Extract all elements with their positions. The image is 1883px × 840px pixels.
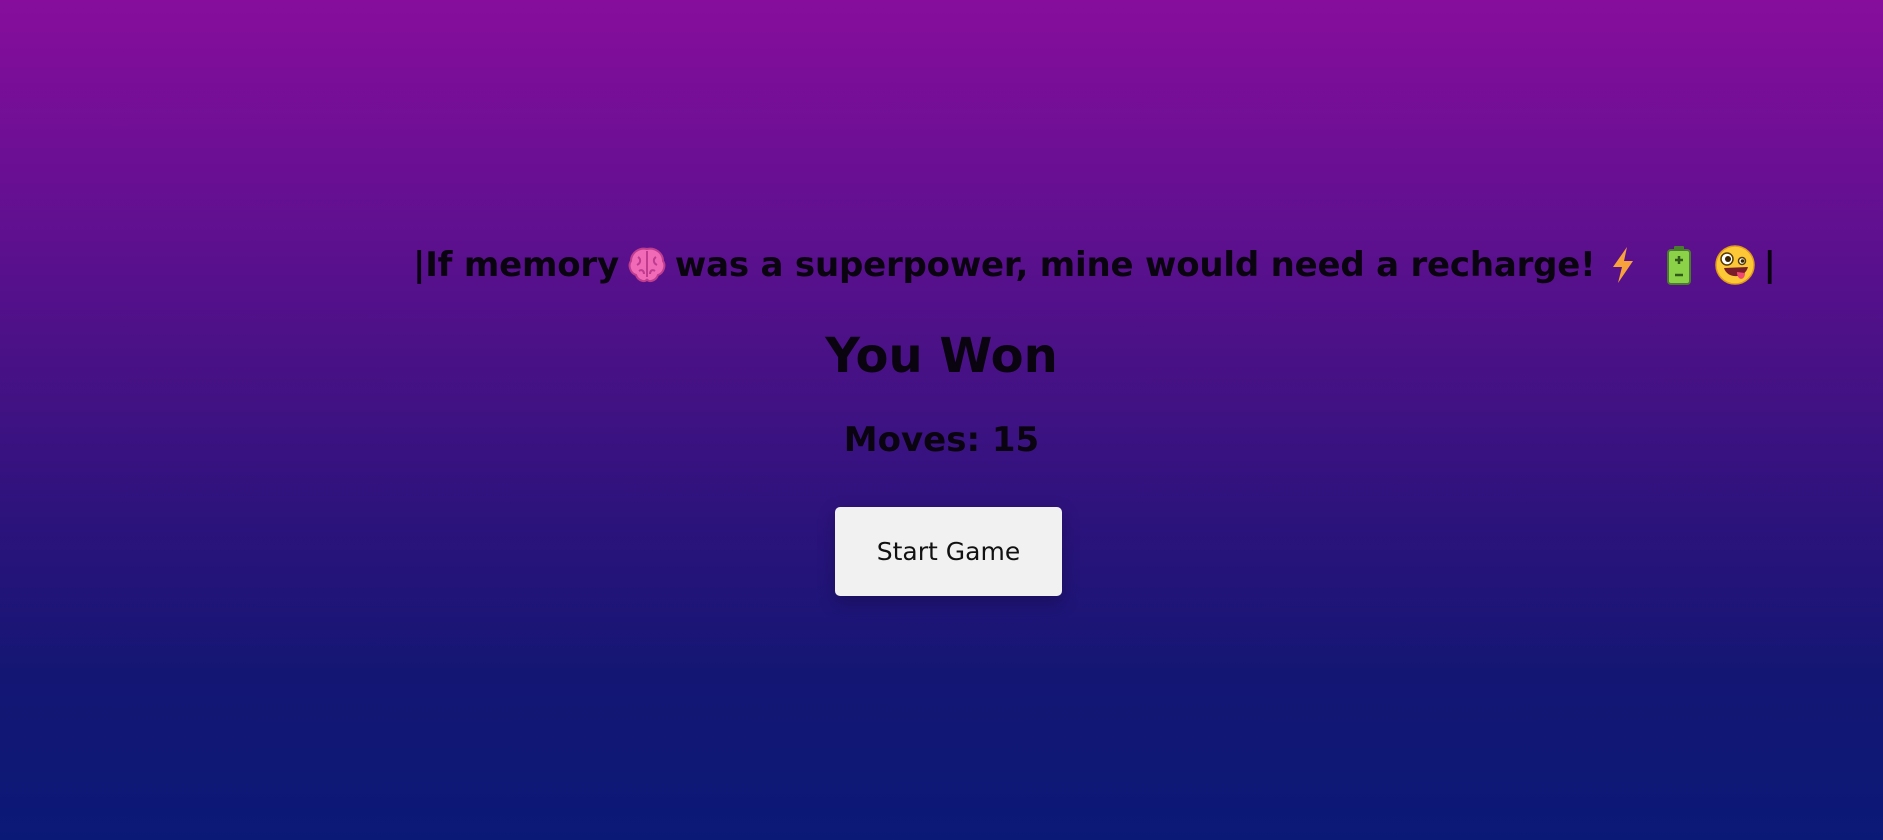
battery-icon (1657, 243, 1701, 287)
tagline-close-bar: | (1763, 245, 1776, 285)
brain-icon (625, 243, 669, 287)
tagline-text-end: was a superpower, mine would need a rech… (674, 245, 1596, 285)
tagline-text-start: If memory (425, 245, 619, 285)
tagline-open-bar: | (413, 245, 426, 285)
result-title: You Won (825, 328, 1058, 384)
tagline: | If memory was a superpower, mine would… (413, 240, 1776, 290)
zany-face-icon (1713, 243, 1757, 287)
moves-counter: Moves: 15 (843, 420, 1040, 460)
lightning-icon (1601, 243, 1645, 287)
start-game-button[interactable]: Start Game (835, 507, 1062, 596)
